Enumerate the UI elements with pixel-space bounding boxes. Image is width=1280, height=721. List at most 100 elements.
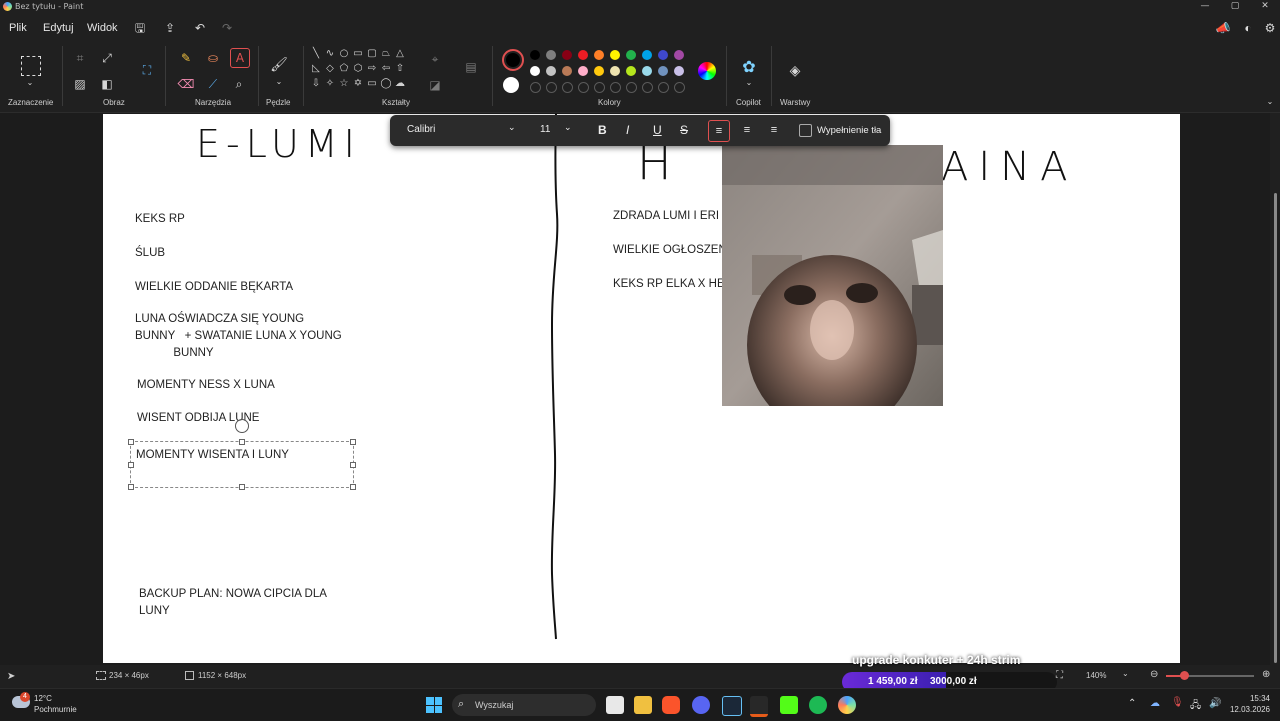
line-shape-icon[interactable]: ╲ — [310, 48, 322, 60]
resize-handle[interactable] — [128, 462, 134, 468]
zoom-in-icon[interactable]: ⊕ — [1262, 669, 1270, 680]
triangle-shape-icon[interactable]: △ — [394, 48, 406, 60]
flip-icon[interactable]: ◧ — [98, 75, 116, 93]
file-explorer-icon[interactable] — [634, 696, 652, 714]
arrow-right-shape-icon[interactable]: ⇨ — [366, 63, 378, 75]
spotify-icon[interactable] — [809, 696, 827, 714]
close-button[interactable]: ✕ — [1250, 0, 1280, 14]
selection-chevron-down-icon[interactable]: ⌄ — [21, 74, 39, 92]
secondary-color-swatch[interactable] — [503, 77, 519, 93]
brave-browser-icon[interactable] — [662, 696, 680, 714]
minimize-button[interactable]: — — [1190, 0, 1220, 14]
arrow-up-shape-icon[interactable]: ⇧ — [394, 63, 406, 75]
cloud-shape-icon[interactable]: ☁ — [394, 78, 406, 90]
resize-handle[interactable] — [350, 484, 356, 490]
primary-color-selector[interactable] — [502, 49, 524, 71]
palette-color-swatch[interactable] — [546, 50, 556, 60]
diamond-shape-icon[interactable]: ◇ — [324, 63, 336, 75]
volume-icon[interactable]: 🔊 — [1209, 698, 1221, 709]
font-family-dropdown[interactable]: Calibri ⌄ — [400, 121, 520, 139]
paint-taskbar-icon[interactable] — [838, 696, 856, 714]
outline-icon[interactable]: ⌖ — [426, 50, 444, 68]
menu-view[interactable]: Widok — [87, 22, 118, 34]
arrow-left-shape-icon[interactable]: ⇦ — [380, 63, 392, 75]
pencil-icon[interactable]: ✎ — [177, 49, 195, 67]
curve-shape-icon[interactable]: ∿ — [324, 48, 336, 60]
copilot-chevron-down-icon[interactable]: ⌄ — [740, 74, 758, 92]
menu-edit[interactable]: Edytuj — [43, 22, 74, 34]
custom-color-slot[interactable] — [658, 82, 669, 93]
share-icon[interactable]: ⇪ — [162, 20, 178, 36]
callout-rect-shape-icon[interactable]: ▭ — [366, 78, 378, 90]
align-left-icon[interactable]: ≡ — [708, 120, 730, 142]
polygon-shape-icon[interactable]: ⏢ — [380, 48, 392, 60]
six-point-star-shape-icon[interactable]: ✡ — [352, 78, 364, 90]
palette-color-swatch[interactable] — [578, 50, 588, 60]
menu-file[interactable]: Plik — [9, 22, 27, 34]
fill-bucket-icon[interactable]: ⛀ — [204, 49, 222, 67]
onedrive-cloud-icon[interactable]: ☁ — [1150, 698, 1160, 709]
clock-time[interactable]: 15:34 — [1238, 694, 1270, 703]
streaming-app-icon[interactable] — [750, 696, 768, 717]
custom-color-slot[interactable] — [530, 82, 541, 93]
resize-handle[interactable] — [350, 439, 356, 445]
palette-color-swatch[interactable] — [594, 66, 604, 76]
fill-background-checkbox[interactable] — [799, 124, 812, 137]
custom-color-slot[interactable] — [578, 82, 589, 93]
palette-color-swatch[interactable] — [610, 66, 620, 76]
undo-icon[interactable]: ↶ — [192, 20, 208, 36]
align-right-icon[interactable]: ≡ — [765, 121, 783, 139]
arrow-down-shape-icon[interactable]: ⇩ — [310, 78, 322, 90]
custom-color-slot[interactable] — [594, 82, 605, 93]
kick-app-icon[interactable] — [780, 696, 798, 714]
scrollbar-thumb[interactable] — [1274, 193, 1277, 663]
right-triangle-shape-icon[interactable]: ◺ — [310, 63, 322, 75]
palette-color-swatch[interactable] — [530, 66, 540, 76]
pasted-photo[interactable] — [722, 145, 943, 406]
eraser-icon[interactable]: ⌫ — [177, 75, 195, 93]
custom-color-slot[interactable] — [674, 82, 685, 93]
palette-color-swatch[interactable] — [530, 50, 540, 60]
resize-icon[interactable]: ⤢ — [98, 49, 116, 67]
palette-color-swatch[interactable] — [594, 50, 604, 60]
crop-icon[interactable]: ⌗ — [71, 49, 89, 67]
resize-handle[interactable] — [239, 439, 245, 445]
brush-icon[interactable]: 🖌 — [270, 56, 288, 74]
callout-oval-shape-icon[interactable]: ◯ — [380, 78, 392, 90]
align-center-icon[interactable]: ≡ — [738, 121, 756, 139]
zoom-dropdown[interactable]: 140% ⌄ — [1080, 668, 1138, 683]
ribbon-collapse-chevron-icon[interactable]: ⌄ — [1264, 96, 1276, 108]
rounded-rectangle-shape-icon[interactable]: ▢ — [366, 48, 378, 60]
shape-fill-icon[interactable]: ◪ — [426, 76, 444, 94]
hexagon-shape-icon[interactable]: ⬡ — [352, 63, 364, 75]
drawing-canvas[interactable]: E-LUMI H AINA KEKS RP ŚLUB WIELKIE ODDAN… — [103, 114, 1180, 663]
resize-handle[interactable] — [239, 484, 245, 490]
pentagon-shape-icon[interactable]: ⬠ — [338, 63, 350, 75]
background-remove-icon[interactable]: ▨ — [71, 75, 89, 93]
start-windows-icon[interactable] — [426, 697, 442, 713]
palette-color-swatch[interactable] — [674, 50, 684, 60]
maximize-button[interactable]: ▢ — [1220, 0, 1250, 14]
task-view-icon[interactable] — [606, 696, 624, 714]
custom-color-slot[interactable] — [546, 82, 557, 93]
custom-color-slot[interactable] — [626, 82, 637, 93]
palette-color-swatch[interactable] — [626, 50, 636, 60]
four-point-star-shape-icon[interactable]: ✧ — [324, 78, 336, 90]
palette-color-swatch[interactable] — [642, 50, 652, 60]
text-tool-icon[interactable]: A — [230, 48, 250, 68]
oval-shape-icon[interactable]: ○ — [338, 48, 350, 60]
magnifier-icon[interactable]: ⌕ — [230, 75, 248, 93]
palette-color-swatch[interactable] — [626, 66, 636, 76]
steam-icon[interactable] — [722, 696, 742, 716]
active-text-box[interactable]: MOMENTY WISENTA I LUNY — [128, 439, 356, 490]
italic-button[interactable]: I — [626, 123, 629, 137]
brush-chevron-down-icon[interactable]: ⌄ — [270, 73, 288, 91]
palette-color-swatch[interactable] — [674, 66, 684, 76]
strikethrough-button[interactable]: S — [680, 123, 688, 137]
redo-icon[interactable]: ↷ — [219, 20, 235, 36]
resize-handle[interactable] — [350, 462, 356, 468]
palette-color-swatch[interactable] — [562, 50, 572, 60]
stroke-size-icon[interactable]: ▤ — [462, 58, 480, 76]
zoom-slider-thumb[interactable] — [1180, 671, 1189, 680]
font-size-dropdown[interactable]: 11 ⌄ — [532, 121, 578, 139]
